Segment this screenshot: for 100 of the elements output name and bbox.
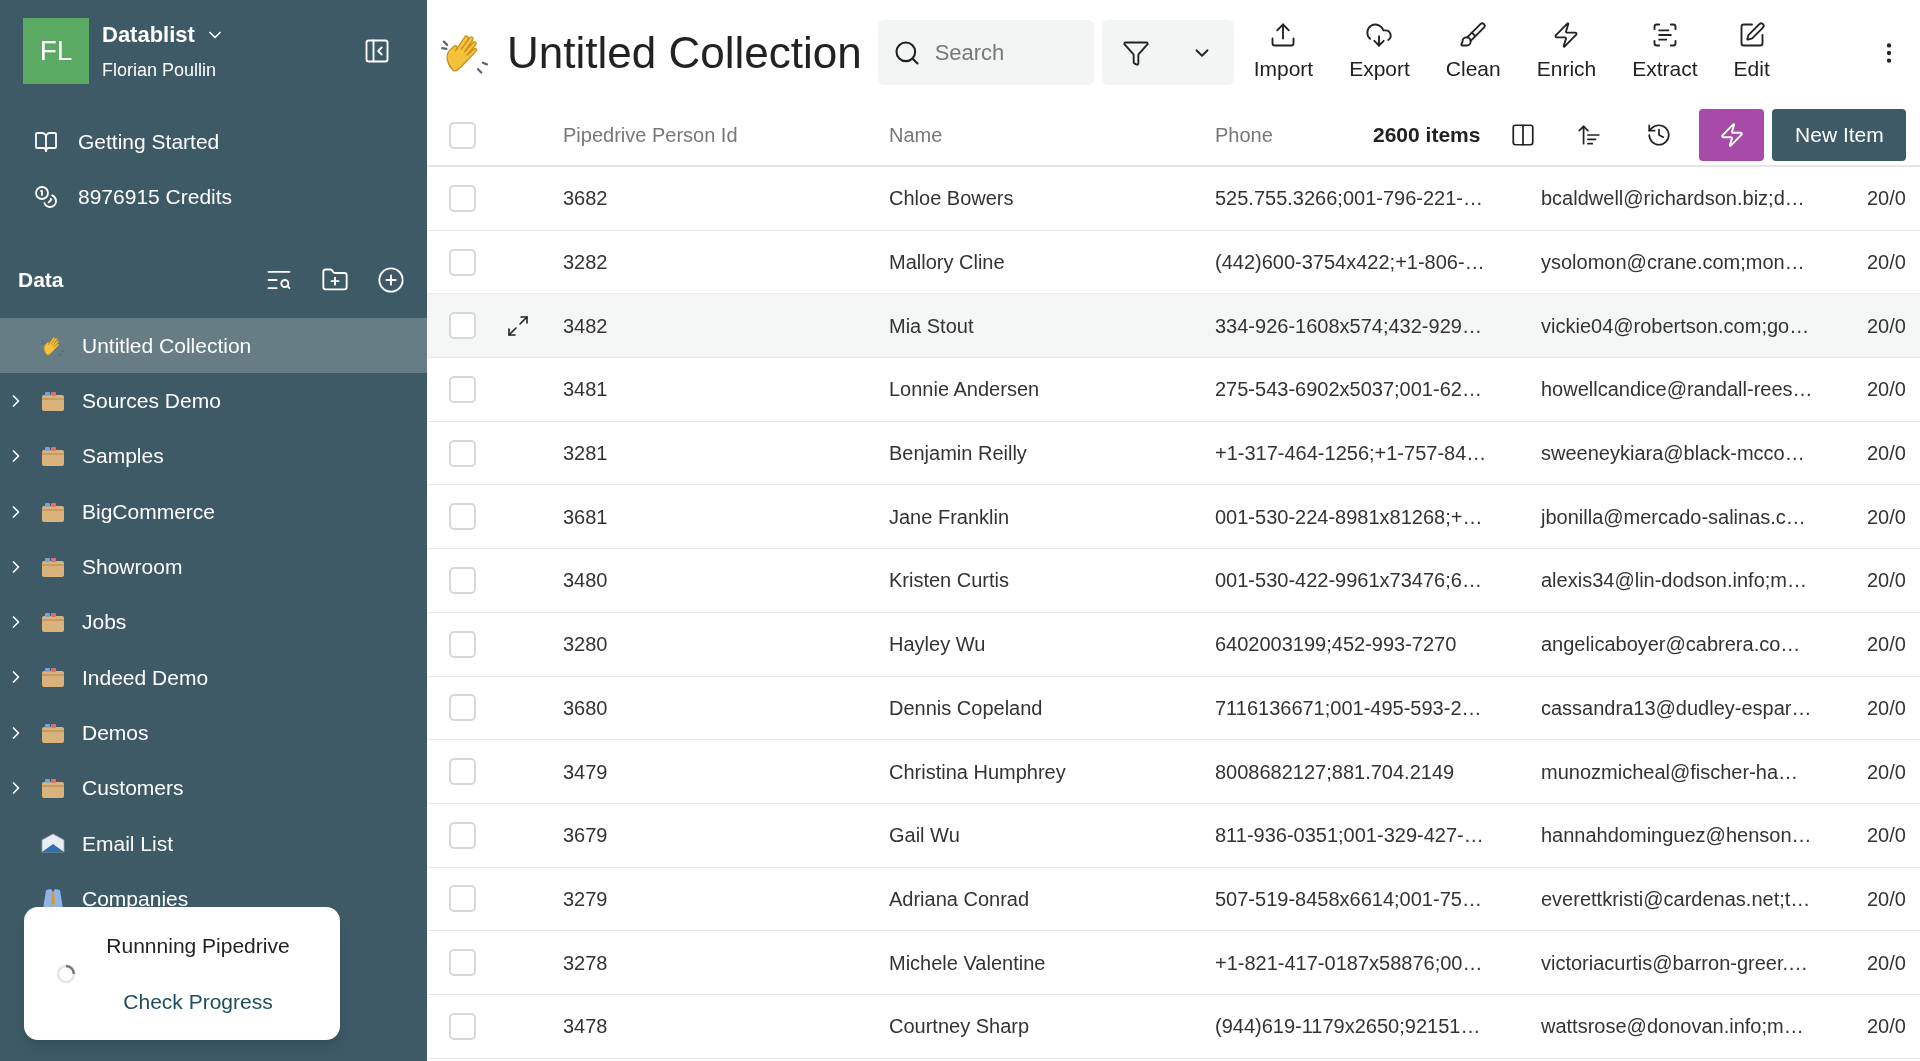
- table-cell-text: Chloe Bowers: [889, 186, 1015, 212]
- search-field[interactable]: Search: [877, 20, 1094, 85]
- table-cell-text: 3679: [563, 823, 609, 849]
- row-checkbox[interactable]: [449, 439, 476, 467]
- check-progress-link[interactable]: Check Progress: [123, 985, 273, 1017]
- row-checkbox[interactable]: [449, 566, 476, 594]
- table-cell-text: 275-543-6902x5037;001-62…: [1215, 377, 1483, 403]
- column-header[interactable]: Phone: [1215, 124, 1273, 146]
- sidebar-item[interactable]: Jobs: [0, 594, 427, 650]
- filter-button[interactable]: [1101, 20, 1234, 85]
- avatar: FL: [23, 18, 89, 84]
- table-cell-text: alexis34@lin-dodson.info;m…: [1541, 568, 1808, 594]
- workspace-switcher[interactable]: Datablist: [102, 18, 225, 51]
- sidebar-item[interactable]: Email List: [0, 815, 427, 871]
- table-cell-text: 334-926-1608x574;432-929…: [1215, 313, 1483, 339]
- table-cell-text: 3280: [563, 632, 609, 658]
- lightning-icon: [1718, 122, 1745, 148]
- table-cell-text: 001-530-422-9961x73476;6…: [1215, 568, 1483, 594]
- table-cell-text: vickie04@robertson.com;go…: [1541, 313, 1811, 339]
- toast-title: Runnning Pipedrive: [106, 933, 290, 959]
- row-checkbox[interactable]: [449, 630, 476, 658]
- toolbar-button[interactable]: Import: [1247, 20, 1320, 85]
- toolbar-button[interactable]: Export: [1343, 20, 1416, 85]
- book-icon: [34, 129, 58, 154]
- row-checkbox[interactable]: [449, 503, 476, 531]
- sidebar-item[interactable]: Indeed Demo: [0, 649, 427, 706]
- folder-icon: [41, 666, 65, 689]
- table-cell-text: 507-519-8458x6614;001-75…: [1215, 886, 1483, 912]
- folder-icon: [41, 445, 65, 468]
- table-cell-text: 811-936-0351;001-329-427-…: [1215, 823, 1485, 849]
- table-cell-text: Hayley Wu: [889, 632, 987, 658]
- row-checkbox[interactable]: [449, 885, 476, 913]
- row-checkbox[interactable]: [449, 121, 476, 149]
- table-cell-text: 20/0: [1867, 886, 1907, 912]
- table-cell-text: sweeneykiara@black-mcco…: [1541, 441, 1806, 467]
- table-cell-text: Kristen Curtis: [889, 568, 1011, 594]
- sidebar-item[interactable]: Demos: [0, 705, 427, 761]
- sidebar-item[interactable]: Companies: [0, 870, 427, 927]
- folder-icon: [41, 777, 65, 799]
- table-cell-text: everettkristi@cardenas.net;t…: [1541, 886, 1812, 912]
- table-cell-text: 3278: [563, 950, 609, 976]
- history-icon[interactable]: [1646, 122, 1673, 148]
- folder-icon: [41, 611, 65, 634]
- table-cell-text: hannahdominguez@henson…: [1541, 823, 1813, 849]
- new-item-button[interactable]: New Item: [1772, 109, 1907, 161]
- table-cell-text: 20/0: [1867, 695, 1907, 721]
- table-cell-text: Michele Valentine: [889, 950, 1047, 976]
- spinner-icon: [56, 963, 76, 984]
- row-checkbox[interactable]: [449, 1012, 476, 1040]
- row-checkbox[interactable]: [449, 375, 476, 403]
- table-cell-text: Gail Wu: [889, 823, 961, 849]
- sidebar-link[interactable]: 8976915 Credits: [0, 169, 427, 224]
- table-cell-text: 20/0: [1867, 250, 1907, 276]
- toolbar-button[interactable]: Edit: [1727, 20, 1776, 85]
- folder-icon: [41, 389, 65, 412]
- table-cell-text: 20/0: [1867, 632, 1907, 658]
- row-checkbox[interactable]: [449, 758, 476, 786]
- table-cell-text: 20/0: [1867, 186, 1907, 212]
- coins-icon: [34, 184, 58, 209]
- expand-icon[interactable]: [506, 313, 530, 338]
- toolbar-button[interactable]: Enrich: [1530, 20, 1603, 85]
- table-cell-text: Christina Humphrey: [889, 759, 1067, 785]
- sidebar-item[interactable]: Showroom: [0, 539, 427, 595]
- column-header[interactable]: Name: [889, 124, 943, 146]
- row-checkbox[interactable]: [449, 184, 476, 212]
- row-checkbox[interactable]: [449, 949, 476, 977]
- table-cell-text: 525.755.3266;001-796-221-…: [1215, 186, 1484, 212]
- add-icon[interactable]: [377, 266, 405, 294]
- item-count: 2600 items: [1373, 122, 1481, 149]
- column-header[interactable]: Pipedrive Person Id: [563, 124, 738, 146]
- collapse-sidebar-icon[interactable]: [363, 37, 391, 65]
- table-cell-text: Courtney Sharp: [889, 1014, 1031, 1040]
- toolbar-button[interactable]: Clean: [1439, 20, 1507, 85]
- table-cell-text: Mia Stout: [889, 313, 975, 339]
- sidebar-item[interactable]: Customers: [0, 760, 427, 816]
- toolbar-button[interactable]: Extract: [1626, 20, 1704, 85]
- sidebar-item[interactable]: Sources Demo: [0, 373, 427, 429]
- table-row[interactable]: 3482 Mia Stout 334-926-1608x574;432-929… vickie04@robertson.com;go… 20/0: [427, 294, 1920, 359]
- table-cell-text: 6402003199;452-993-7270: [1215, 632, 1458, 658]
- sidebar-link[interactable]: Getting Started: [0, 114, 427, 169]
- columns-icon[interactable]: [1510, 122, 1537, 148]
- table-cell-text: +1-317-464-1256;+1-757-84…: [1215, 441, 1488, 467]
- row-checkbox[interactable]: [449, 694, 476, 722]
- table-cell-text: ysolomon@crane.com;mon…: [1541, 250, 1806, 276]
- sidebar-item[interactable]: BigCommerce: [0, 483, 427, 540]
- sidebar-item[interactable]: Samples: [0, 428, 427, 484]
- search-input[interactable]: Search: [934, 36, 1065, 69]
- automation-button[interactable]: [1699, 109, 1765, 161]
- table-cell-text: Adriana Conrad: [889, 886, 1031, 912]
- row-checkbox[interactable]: [449, 312, 476, 340]
- row-checkbox[interactable]: [449, 821, 476, 849]
- row-checkbox[interactable]: [449, 248, 476, 276]
- table-cell-text: 20/0: [1867, 823, 1907, 849]
- table-cell-text: wattsrose@donovan.info;m…: [1541, 1014, 1805, 1040]
- table-cell-text: 3281: [563, 441, 609, 467]
- table-cell-text: +1-821-417-0187x58876;00…: [1215, 950, 1484, 976]
- table-cell-text: Dennis Copeland: [889, 695, 1044, 721]
- table-cell-text: 3681: [563, 504, 609, 530]
- table-cell-text: munozmicheal@fischer-ha…: [1541, 759, 1800, 785]
- sidebar-item[interactable]: Untitled Collection: [0, 318, 427, 374]
